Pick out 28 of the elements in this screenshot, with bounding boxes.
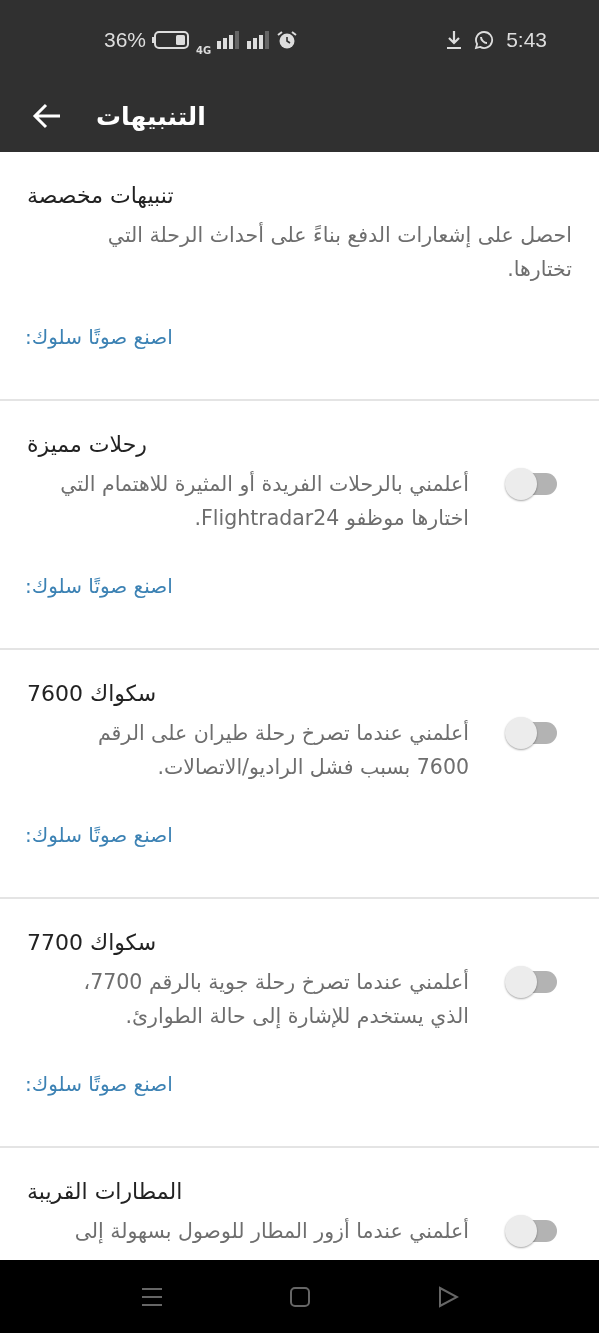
download-icon bbox=[446, 30, 463, 50]
setting-description: أعلمني عندما أزور المطار للوصول بسهولة إلى bbox=[73, 1217, 469, 1246]
battery-icon bbox=[152, 31, 191, 49]
signal-icon bbox=[217, 31, 242, 49]
sound-link[interactable]: اصنع صوتًا سلوك: bbox=[25, 1069, 173, 1099]
menu-icon[interactable] bbox=[140, 1286, 163, 1307]
setting-description: أعلمني عندما تصرخ رحلة جوية بالرقم 7700، الذي يستخدم للإشارة إلى حالة الطوارئ. bbox=[82, 968, 469, 1031]
back-arrow-icon[interactable] bbox=[32, 103, 62, 129]
network-type: 4G bbox=[196, 44, 212, 56]
setting-title: تنبيهات مخصصة bbox=[26, 182, 175, 210]
sound-link[interactable]: اصنع صوتًا سلوك: bbox=[25, 820, 173, 850]
setting-title: سكواك 7600 bbox=[26, 680, 158, 708]
sound-link[interactable]: اصنع صوتًا سلوك: bbox=[25, 322, 173, 352]
setting-description: أعلمني بالرحلات الفريدة أو المثيرة للاهتمام التي اختارها موظفو Flightradar24. bbox=[59, 470, 469, 532]
setting-title: رحلات مميزة bbox=[26, 431, 148, 459]
alarm-icon bbox=[277, 30, 298, 50]
back-triangle-icon[interactable] bbox=[436, 1285, 459, 1308]
sound-link[interactable]: اصنع صوتًا سلوك: bbox=[25, 571, 173, 601]
screen-title: التنبيهات bbox=[96, 101, 206, 131]
setting-title: المطارات القريبة bbox=[26, 1178, 184, 1206]
home-icon[interactable] bbox=[288, 1285, 311, 1308]
setting-description: احصل على إشعارات الدفع بناءً على أحداث الرحلة التي تختارها. bbox=[106, 221, 572, 283]
setting-title: سكواك 7700 bbox=[26, 929, 158, 957]
chat-icon bbox=[474, 30, 495, 50]
signal-icon bbox=[247, 31, 272, 49]
clock: 5:43 bbox=[506, 28, 547, 52]
setting-description: أعلمني عندما تصرخ رحلة طيران على الرقم 7600 بسبب فشل الراديو/الاتصالات. bbox=[96, 719, 469, 781]
battery-percent: 36% bbox=[104, 28, 147, 52]
